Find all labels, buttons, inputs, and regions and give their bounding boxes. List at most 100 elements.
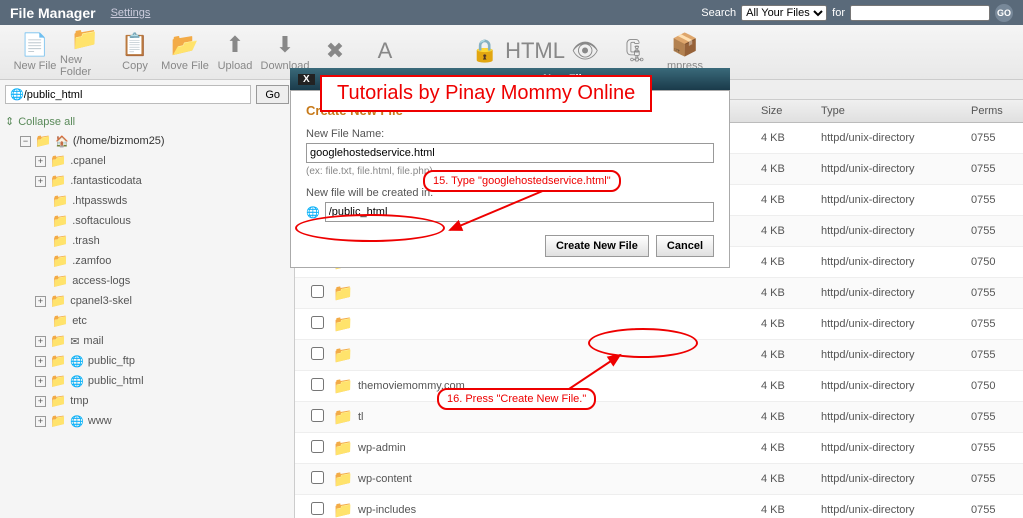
close-icon[interactable]: X: [298, 74, 315, 85]
create-new-file-button[interactable]: Create New File: [545, 235, 649, 257]
table-row[interactable]: 📁 tl 4 KB httpd/unix-directory 0755: [295, 402, 1023, 433]
row-checkbox[interactable]: [311, 285, 324, 298]
path-input[interactable]: [24, 89, 247, 101]
tree-item[interactable]: 📁.softaculous: [5, 211, 289, 231]
table-row[interactable]: 📁 wp-content 4 KB httpd/unix-directory 0…: [295, 464, 1023, 495]
tree-item[interactable]: +📁🌐public_html: [5, 371, 289, 391]
folder-icon: 📁: [52, 253, 68, 269]
row-checkbox[interactable]: [311, 471, 324, 484]
table-row[interactable]: 📁 wp-includes 4 KB httpd/unix-directory …: [295, 495, 1023, 518]
folder-icon: 📁: [325, 278, 350, 308]
folder-icon: 📁: [325, 402, 350, 432]
location-input[interactable]: [325, 202, 714, 222]
search-input[interactable]: [850, 5, 990, 21]
search-scope-select[interactable]: All Your Files: [741, 5, 827, 21]
toolbar-copy[interactable]: 📋Copy: [110, 32, 160, 72]
tree-item[interactable]: 📁etc: [5, 311, 289, 331]
toolbar-action[interactable]: A: [360, 38, 410, 66]
globe-icon: 🌐: [10, 88, 24, 101]
row-checkbox[interactable]: [311, 347, 324, 360]
file-size: 4 KB: [753, 127, 813, 149]
cancel-button[interactable]: Cancel: [656, 235, 714, 257]
tree-item[interactable]: +📁🌐public_ftp: [5, 351, 289, 371]
expand-icon[interactable]: +: [35, 376, 46, 387]
tool-icon: 📁: [71, 26, 98, 52]
folder-icon: 📁: [325, 309, 350, 339]
toolbar-download[interactable]: ⬇Download: [260, 32, 310, 72]
location-label: New file will be created in:: [306, 187, 433, 199]
file-size: 4 KB: [753, 344, 813, 366]
go-button[interactable]: Go: [256, 85, 289, 104]
file-perms: 0755: [963, 220, 1023, 242]
tree-item[interactable]: +📁.fantasticodata: [5, 171, 289, 191]
folder-icon: 📁: [50, 393, 66, 409]
toolbar-upload[interactable]: ⬆Upload: [210, 32, 260, 72]
tool-icon: ✖: [326, 38, 344, 64]
filename-input[interactable]: [306, 143, 714, 163]
file-type: httpd/unix-directory: [813, 127, 963, 149]
expand-icon[interactable]: +: [35, 176, 46, 187]
folder-icon: 📁: [52, 233, 68, 249]
toolbar-new-file[interactable]: 📄New File: [10, 32, 60, 72]
tree-item[interactable]: 📁.zamfoo: [5, 251, 289, 271]
file-size: 4 KB: [753, 313, 813, 335]
file-type: httpd/unix-directory: [813, 468, 963, 490]
toolbar-action[interactable]: HTML: [510, 38, 560, 66]
tree-item[interactable]: +📁tmp: [5, 391, 289, 411]
toolbar-action[interactable]: 🗜: [610, 38, 660, 66]
table-row[interactable]: 📁 4 KB httpd/unix-directory 0755: [295, 309, 1023, 340]
tree-root[interactable]: − 📁 🏠 (/home/bizmom25): [5, 131, 289, 151]
table-row[interactable]: 📁 themoviemommy.com 4 KB httpd/unix-dire…: [295, 371, 1023, 402]
row-checkbox[interactable]: [311, 440, 324, 453]
tree: ⇕ Collapse all − 📁 🏠 (/home/bizmom25) +📁…: [5, 112, 289, 431]
folder-icon: 📁: [50, 153, 66, 169]
expand-icon[interactable]: +: [35, 296, 46, 307]
file-type: httpd/unix-directory: [813, 189, 963, 211]
table-row[interactable]: 📁 4 KB httpd/unix-directory 0755: [295, 278, 1023, 309]
col-type[interactable]: Type: [813, 100, 963, 122]
file-type: httpd/unix-directory: [813, 158, 963, 180]
tool-icon: 🗜: [621, 38, 649, 64]
globe-icon: 🌐: [70, 375, 84, 388]
toolbar-new-folder[interactable]: 📁New Folder: [60, 26, 110, 78]
toolbar-move-file[interactable]: 📂Move File: [160, 32, 210, 72]
file-type: httpd/unix-directory: [813, 437, 963, 459]
tree-item[interactable]: 📁.htpasswds: [5, 191, 289, 211]
tree-item[interactable]: 📁access-logs: [5, 271, 289, 291]
collapse-icon[interactable]: −: [20, 136, 31, 147]
file-name: wp-content: [350, 468, 753, 490]
folder-icon: 📁: [52, 213, 68, 229]
search-go-button[interactable]: GO: [995, 4, 1013, 22]
tree-item[interactable]: 📁.trash: [5, 231, 289, 251]
col-size[interactable]: Size: [753, 100, 813, 122]
top-bar: File Manager Settings Search All Your Fi…: [0, 0, 1023, 25]
toolbar-action[interactable]: [410, 51, 460, 53]
col-perms[interactable]: Perms: [963, 100, 1023, 122]
collapse-all[interactable]: ⇕ Collapse all: [5, 112, 289, 131]
settings-link[interactable]: Settings: [111, 7, 151, 19]
tree-item[interactable]: +📁.cpanel: [5, 151, 289, 171]
toolbar-mpress[interactable]: 📦mpress: [660, 32, 710, 72]
file-perms: 0755: [963, 344, 1023, 366]
table-row[interactable]: 📁 4 KB httpd/unix-directory 0755: [295, 340, 1023, 371]
toolbar-action[interactable]: 👁: [560, 38, 610, 66]
row-checkbox[interactable]: [311, 316, 324, 329]
row-checkbox[interactable]: [311, 502, 324, 515]
expand-icon[interactable]: +: [35, 416, 46, 427]
tree-item[interactable]: +📁cpanel3-skel: [5, 291, 289, 311]
tool-icon: HTML: [505, 38, 565, 64]
row-checkbox[interactable]: [311, 378, 324, 391]
table-row[interactable]: 📁 wp-admin 4 KB httpd/unix-directory 075…: [295, 433, 1023, 464]
file-name: wp-includes: [350, 499, 753, 518]
toolbar-action[interactable]: 🔒: [460, 38, 510, 66]
app-title: File Manager: [10, 5, 96, 21]
expand-icon[interactable]: +: [35, 396, 46, 407]
tree-item[interactable]: +📁✉mail: [5, 331, 289, 351]
row-checkbox[interactable]: [311, 409, 324, 422]
toolbar-action[interactable]: ✖: [310, 38, 360, 66]
expand-icon[interactable]: +: [35, 156, 46, 167]
expand-icon[interactable]: +: [35, 356, 46, 367]
tree-item[interactable]: +📁🌐www: [5, 411, 289, 431]
expand-icon[interactable]: +: [35, 336, 46, 347]
folder-icon: 📁: [325, 371, 350, 401]
